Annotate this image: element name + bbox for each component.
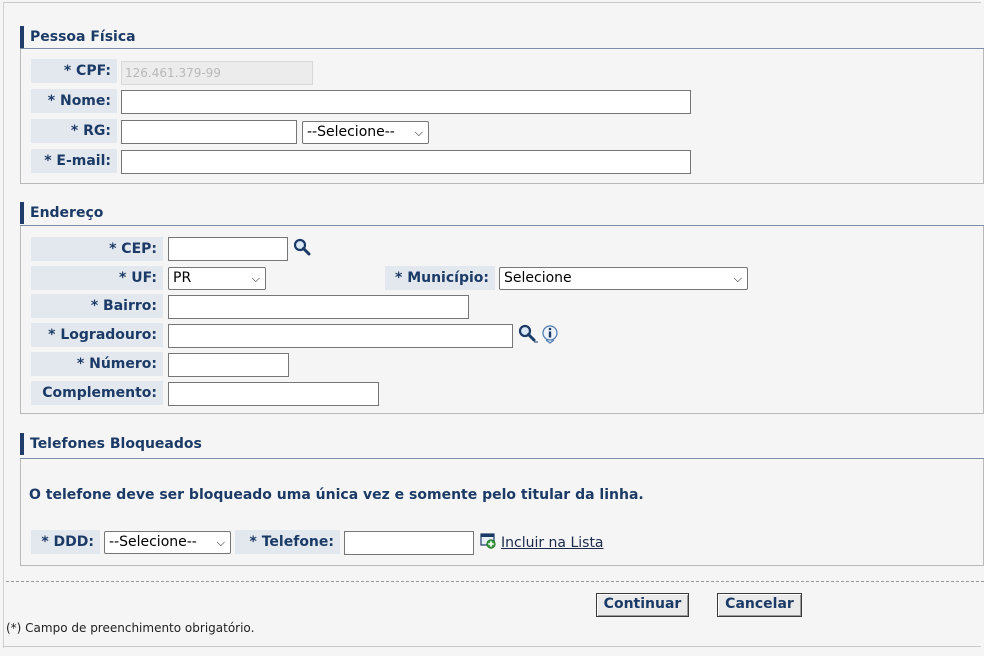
section-title-telefones: Telefones Bloqueados [20,433,984,455]
nome-label: * Nome: [31,89,117,113]
logradouro-input[interactable] [168,324,513,348]
ddd-label: * DDD: [31,530,100,554]
numero-input[interactable] [168,353,289,377]
uf-select[interactable]: PR ⌵ [168,267,266,290]
email-label: * E-mail: [31,149,117,173]
rg-orgao-select[interactable]: --Selecione-- ⌵ [302,121,429,144]
section-title-text: Pessoa Física [30,29,136,45]
municipio-select[interactable]: Selecione ⌵ [499,267,748,290]
rg-label: * RG: [31,119,117,143]
info-message: O telefone deve ser bloqueado uma única … [29,487,644,503]
complemento-input[interactable] [168,382,379,406]
cpf-label: * CPF: [31,59,117,83]
email-input[interactable] [121,150,691,174]
cpf-field: 126.461.379-99 [121,61,313,85]
required-fields-note: (*) Campo de preenchimento obrigatório. [6,621,255,635]
nome-input[interactable] [121,90,691,114]
telefone-label: * Telefone: [235,530,340,554]
bairro-input[interactable] [168,295,469,319]
add-to-list-icon[interactable] [480,533,496,549]
section-box: * CEP: * UF: PR ⌵ * Município: Selecione ⌵… [20,226,984,414]
chevron-down-icon: ⌵ [216,536,225,549]
incluir-na-lista-link[interactable]: Incluir na Lista [501,535,604,551]
frame-bottom-border [3,646,981,647]
cpf-value: 126.461.379-99 [125,66,221,80]
frame-left-border [3,2,4,648]
municipio-label: * Município: [385,266,495,290]
numero-label: * Número: [31,352,163,376]
chevron-down-icon: ⌵ [733,272,742,285]
uf-label: * UF: [31,266,163,290]
municipio-select-value: Selecione [504,270,572,286]
section-box: * CPF: 126.461.379-99 * Nome: * RG: --Se… [20,49,984,184]
rg-input[interactable] [121,120,297,144]
cancelar-button[interactable]: Cancelar [717,593,802,617]
continuar-button[interactable]: Continuar [596,593,689,617]
ddd-select-value: --Selecione-- [109,534,197,550]
frame-top-border [3,2,981,3]
section-title-endereco: Endereço [20,202,984,224]
search-icon[interactable] [293,238,311,256]
search-icon[interactable] [518,324,538,344]
section-box: O telefone deve ser bloqueado uma única … [20,459,984,566]
section-title-text: Endereço [30,205,104,221]
bairro-label: * Bairro: [31,294,163,318]
uf-select-value: PR [173,270,192,286]
section-title-text: Telefones Bloqueados [30,436,202,452]
chevron-down-icon: ⌵ [414,126,423,139]
complemento-label: Complemento: [31,381,163,405]
ddd-select[interactable]: --Selecione-- ⌵ [104,531,231,554]
telefone-input[interactable] [344,531,474,555]
rg-select-value: --Selecione-- [307,124,395,140]
chevron-down-icon: ⌵ [251,272,260,285]
info-icon[interactable] [540,324,560,344]
logradouro-label: * Logradouro: [31,323,163,347]
cep-input[interactable] [168,237,288,261]
footer-divider [6,581,984,582]
section-title-pessoa-fisica: Pessoa Física [20,26,984,48]
cep-label: * CEP: [31,237,163,261]
